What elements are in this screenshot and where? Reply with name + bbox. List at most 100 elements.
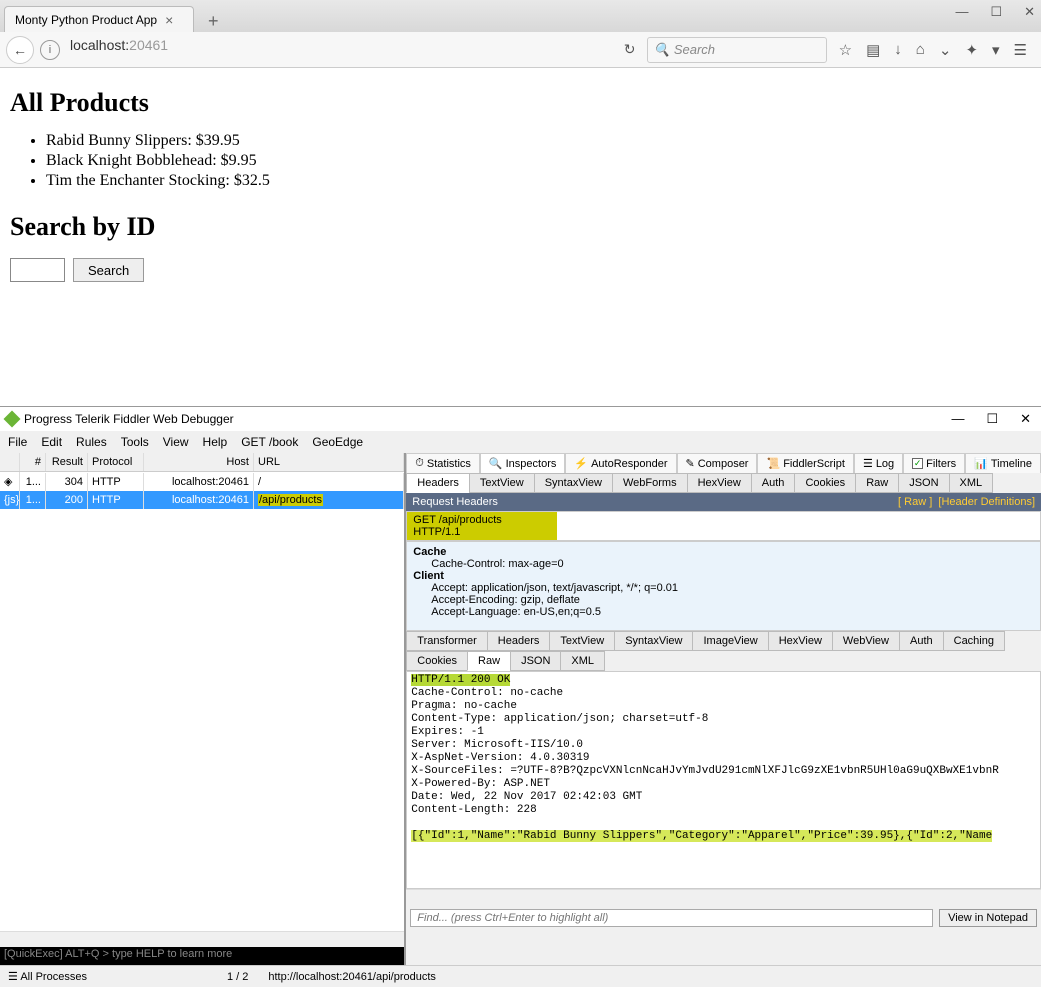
minimize-icon[interactable]: — [955, 4, 968, 20]
maximize-icon[interactable]: ☐ [986, 411, 998, 427]
tab-strip: Monty Python Product App × + — ☐ ✕ [0, 0, 1041, 32]
resp-tab-raw[interactable]: Raw [467, 651, 511, 671]
browser-tab[interactable]: Monty Python Product App × [4, 6, 194, 32]
tab-filters[interactable]: ✓ Filters [903, 453, 965, 473]
resp-tab-web[interactable]: WebView [832, 631, 900, 651]
list-item: Tim the Enchanter Stocking: $32.5 [46, 172, 1031, 190]
request-line: GET /api/products HTTP/1.1 [407, 512, 557, 540]
close-icon[interactable]: ✕ [1024, 4, 1035, 20]
menu-help[interactable]: Help [203, 435, 228, 449]
download-icon[interactable]: ↓ [894, 41, 902, 58]
addon-icon[interactable]: ✦ [965, 41, 978, 59]
tab-composer[interactable]: ✎ Composer [677, 453, 758, 473]
search-icon: 🔍 [654, 42, 670, 58]
status-processes[interactable]: ☰ All Processes [8, 970, 87, 983]
resp-tab-transformer[interactable]: Transformer [406, 631, 488, 651]
quickexec-bar[interactable]: [QuickExec] ALT+Q > type HELP to learn m… [0, 947, 404, 965]
req-tab-raw[interactable]: Raw [855, 473, 899, 493]
resp-tab-syntax[interactable]: SyntaxView [614, 631, 693, 651]
tab-statistics[interactable]: ⏱ Statistics [406, 453, 480, 473]
session-row-selected[interactable]: {js} 1... 200 HTTP localhost:20461 /api/… [0, 491, 404, 509]
menu-getbook[interactable]: GET /book [241, 435, 298, 449]
menu-bar: File Edit Rules Tools View Help GET /boo… [0, 431, 1041, 453]
inspectors-pane: ⏱ Statistics 🔍 Inspectors ⚡ AutoResponde… [406, 453, 1041, 965]
main-tabs: ⏱ Statistics 🔍 Inspectors ⚡ AutoResponde… [406, 453, 1041, 473]
resp-tab-headers[interactable]: Headers [487, 631, 551, 651]
library-icon[interactable]: ▤ [866, 41, 880, 59]
nav-bar: ← i localhost:20461 ↻ 🔍 Search ☆ ▤ ↓ ⌂ ⌄… [0, 32, 1041, 68]
tab-inspectors[interactable]: 🔍 Inspectors [480, 453, 565, 473]
menu-view[interactable]: View [163, 435, 189, 449]
raw-link[interactable]: [ Raw ] [898, 496, 932, 508]
tab-timeline[interactable]: 📊 Timeline [965, 453, 1041, 473]
menu-icon[interactable]: ☰ [1014, 41, 1027, 59]
minimize-icon[interactable]: — [951, 411, 964, 427]
resp-tab-hex[interactable]: HexView [768, 631, 833, 651]
req-tab-json[interactable]: JSON [898, 473, 949, 493]
req-tab-hex[interactable]: HexView [687, 473, 752, 493]
req-tab-cookies[interactable]: Cookies [794, 473, 856, 493]
req-tab-textview[interactable]: TextView [469, 473, 535, 493]
req-tab-webforms[interactable]: WebForms [612, 473, 688, 493]
view-notepad-button[interactable]: View in Notepad [939, 909, 1037, 927]
session-row[interactable]: ◈ 1... 304 HTTP localhost:20461 / [0, 472, 404, 491]
resp-tab-auth[interactable]: Auth [899, 631, 944, 651]
search-button[interactable]: Search [73, 258, 144, 282]
client-heading: Client [413, 570, 444, 582]
fiddler-titlebar: Progress Telerik Fiddler Web Debugger — … [0, 407, 1041, 431]
tab-autoresponder[interactable]: ⚡ AutoResponder [565, 453, 676, 473]
close-icon[interactable]: ✕ [1020, 411, 1031, 427]
menu-edit[interactable]: Edit [41, 435, 62, 449]
menu-geoedge[interactable]: GeoEdge [312, 435, 363, 449]
find-input[interactable] [410, 909, 933, 927]
response-raw[interactable]: HTTP/1.1 200 OK Cache-Control: no-cache … [406, 671, 1041, 889]
req-tab-auth[interactable]: Auth [751, 473, 796, 493]
col-url[interactable]: URL [254, 453, 404, 471]
sessions-header: # Result Protocol Host URL [0, 453, 404, 472]
pocket-icon[interactable]: ⌄ [939, 41, 952, 59]
response-tabs-2: Cookies Raw JSON XML [406, 651, 1041, 671]
resp-tab-json[interactable]: JSON [510, 651, 561, 671]
close-icon[interactable]: × [165, 12, 173, 28]
menu-rules[interactable]: Rules [76, 435, 107, 449]
tab-title: Monty Python Product App [15, 13, 157, 27]
status-url: http://localhost:20461/api/products [268, 971, 436, 983]
resp-tab-image[interactable]: ImageView [692, 631, 768, 651]
resp-tab-caching[interactable]: Caching [943, 631, 1005, 651]
search-box[interactable]: 🔍 Search [647, 37, 827, 63]
req-tab-headers[interactable]: Headers [406, 473, 470, 493]
back-button[interactable]: ← [6, 36, 34, 64]
tab-fiddlerscript[interactable]: 📜 FiddlerScript [757, 453, 853, 473]
col-result[interactable]: Result [46, 453, 88, 471]
id-input[interactable] [10, 258, 65, 282]
menu-tools[interactable]: Tools [121, 435, 149, 449]
new-tab-button[interactable]: + [202, 11, 225, 32]
col-num[interactable]: # [20, 453, 46, 471]
resp-tab-textview[interactable]: TextView [549, 631, 615, 651]
search-placeholder: Search [674, 42, 715, 57]
home-icon[interactable]: ⌂ [916, 41, 925, 58]
url-port: 20461 [129, 37, 168, 53]
req-tab-syntax[interactable]: SyntaxView [534, 473, 613, 493]
url-bar[interactable]: localhost:20461 [64, 37, 613, 63]
cache-heading: Cache [413, 546, 446, 558]
reload-icon[interactable]: ↻ [617, 41, 643, 58]
info-icon[interactable]: i [40, 40, 60, 60]
tab-log[interactable]: ☰ Log [854, 453, 903, 473]
resp-tab-xml[interactable]: XML [560, 651, 605, 671]
status-bar: ☰ All Processes 1 / 2 http://localhost:2… [0, 965, 1041, 987]
star-icon[interactable]: ☆ [839, 41, 852, 59]
maximize-icon[interactable]: ☐ [990, 4, 1002, 20]
resp-tab-cookies[interactable]: Cookies [406, 651, 468, 671]
header-defs-link[interactable]: [Header Definitions] [938, 496, 1035, 508]
h-scrollbar[interactable] [406, 889, 1041, 905]
h-scrollbar[interactable] [0, 931, 404, 947]
list-item: Black Knight Bobblehead: $9.95 [46, 152, 1031, 170]
col-host[interactable]: Host [144, 453, 254, 471]
col-protocol[interactable]: Protocol [88, 453, 144, 471]
menu-file[interactable]: File [8, 435, 27, 449]
request-headers-title: Request Headers [ Raw ] [Header Definiti… [406, 493, 1041, 511]
request-headers-body[interactable]: Cache Cache-Control: max-age=0 Client Ac… [406, 541, 1041, 631]
req-tab-xml[interactable]: XML [949, 473, 994, 493]
dropdown-icon[interactable]: ▾ [992, 41, 1000, 59]
